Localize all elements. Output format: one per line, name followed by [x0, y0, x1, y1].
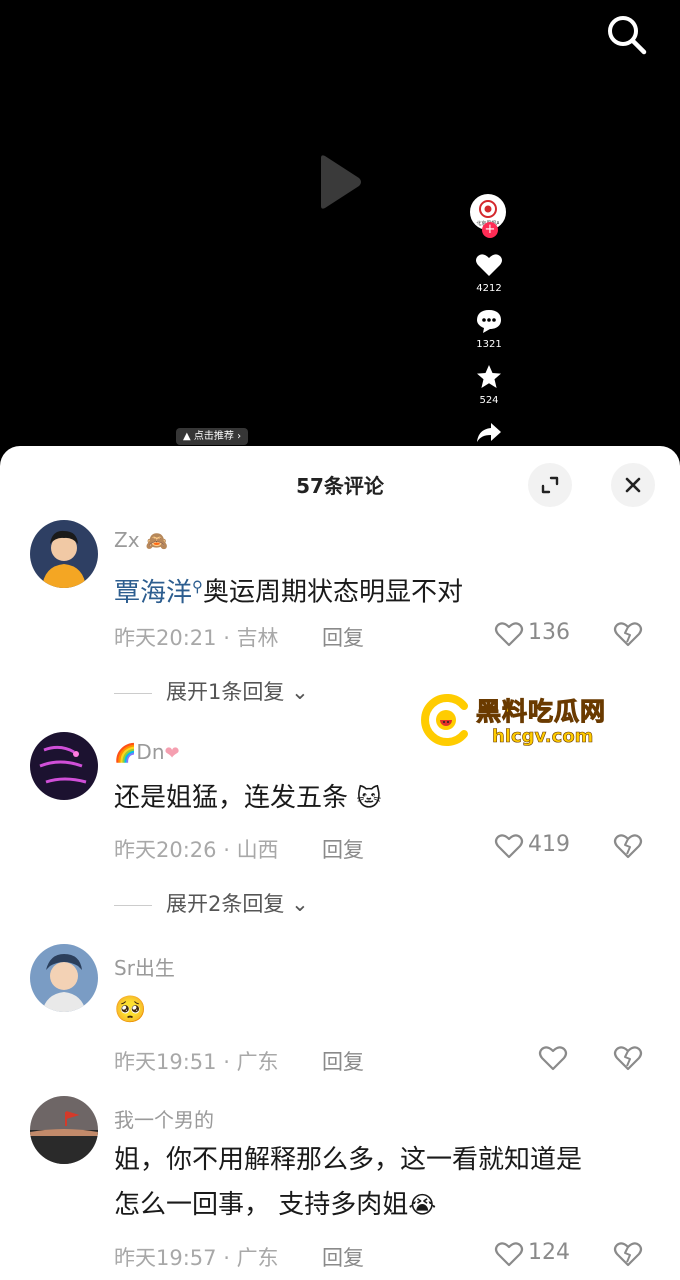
- avatar-image: [30, 520, 98, 588]
- star-icon: [477, 365, 501, 388]
- pleading-face-emoji-icon: 🥺: [114, 995, 147, 1025]
- like-count: 4212: [476, 283, 502, 294]
- monkey-emoji-icon: 🙈: [145, 531, 169, 552]
- comment-like-count: 419: [528, 832, 570, 857]
- avatar-image: [30, 732, 98, 800]
- dislike-button[interactable]: [612, 832, 644, 862]
- comment-button[interactable]: 1321: [462, 308, 516, 350]
- close-icon: [625, 477, 641, 493]
- expand-replies-button[interactable]: 展开2条回复 ⌄: [114, 888, 309, 918]
- comment-text: 姐，你不用解释那么多，这一看就知道是: [114, 1145, 583, 1175]
- close-button[interactable]: [611, 463, 655, 507]
- expand-icon: [541, 476, 559, 494]
- chevron-down-icon: ⌄: [291, 680, 309, 704]
- comment-meta: 昨天19:51 · 广东: [114, 1050, 279, 1074]
- expand-replies-button[interactable]: 展开1条回复 ⌄: [114, 676, 309, 706]
- avatar[interactable]: [30, 944, 98, 1012]
- mention-link[interactable]: 覃海洋⚲: [114, 577, 204, 608]
- heart-outline-icon: [494, 1242, 524, 1267]
- broken-heart-icon: [613, 1046, 643, 1071]
- comment-username[interactable]: 🌈Dn❤: [114, 740, 180, 764]
- search-small-icon: ⚲: [192, 577, 204, 595]
- comment-count: 1321: [476, 339, 502, 350]
- chevron-down-icon: ⌄: [291, 892, 309, 916]
- divider: [114, 904, 152, 906]
- cat-emoji-icon: 🐱: [356, 784, 382, 812]
- thumbs-up-icon: ▲: [183, 431, 191, 442]
- dislike-button[interactable]: [612, 1044, 644, 1074]
- avatar[interactable]: [30, 520, 98, 588]
- crying-face-emoji-icon: 😭: [408, 1191, 437, 1219]
- expand-button[interactable]: [528, 463, 572, 507]
- comment-username[interactable]: Sr出生: [114, 952, 175, 981]
- comment-bubble-icon: [477, 310, 501, 333]
- heart-outline-icon: [494, 622, 524, 647]
- reply-button[interactable]: 回复: [322, 834, 364, 864]
- reply-button[interactable]: 回复: [322, 622, 364, 652]
- dislike-button[interactable]: [612, 620, 644, 650]
- heart-outline-icon: [494, 834, 524, 859]
- recommend-label: 点击推荐: [193, 431, 234, 442]
- reply-button[interactable]: 回复: [322, 1242, 364, 1272]
- recommend-pill[interactable]: ▲ 点击推荐 ›: [176, 428, 249, 445]
- pink-heart-icon: ❤: [164, 743, 180, 764]
- reply-button[interactable]: 回复: [322, 1046, 364, 1076]
- heart-icon: [476, 254, 502, 276]
- comment-username[interactable]: Zx 🙈: [114, 528, 168, 552]
- comment-text: 覃海洋⚲奥运周期状态明显不对: [114, 577, 464, 608]
- favorite-button[interactable]: 524: [462, 364, 516, 406]
- avatar-image: [30, 944, 98, 1012]
- comment-text: 🥺: [114, 988, 146, 1033]
- like-button[interactable]: 4212: [462, 252, 516, 294]
- comment-meta: 昨天19:57 · 广东: [114, 1246, 279, 1270]
- broken-heart-icon: [613, 834, 643, 859]
- divider: [114, 692, 152, 694]
- comment-like-count: 136: [528, 620, 570, 645]
- comment-text: 还是姐猛，连发五条 🐱: [114, 783, 382, 813]
- avatar-image: [30, 1096, 98, 1164]
- comment-like-count: 124: [528, 1240, 570, 1265]
- play-icon[interactable]: [315, 152, 365, 212]
- watermark-domain: hlcgv.com: [492, 726, 594, 748]
- comments-title: 57条评论: [296, 474, 384, 498]
- broken-heart-icon: [613, 622, 643, 647]
- favorite-count: 524: [479, 395, 499, 406]
- comment-meta: 昨天20:26 · 山西: [114, 838, 279, 862]
- rainbow-emoji-icon: 🌈: [114, 743, 137, 764]
- avatar[interactable]: [30, 1096, 98, 1164]
- comment-text: 怎么一回事， 支持多肉姐😭: [114, 1190, 437, 1220]
- share-arrow-icon: [477, 423, 501, 442]
- search-icon[interactable]: [604, 12, 648, 56]
- video-player[interactable]: 北京周报A + 4212 1321 524: [0, 0, 680, 450]
- watermark-logo-icon: [421, 694, 468, 746]
- comments-sheet: 57条评论 Zx 🙈 覃海洋⚲奥运周期状态明显不对 昨天20:21 · 吉林 回…: [0, 446, 680, 1280]
- heart-outline-icon: [538, 1046, 568, 1071]
- avatar[interactable]: [30, 732, 98, 800]
- broken-heart-icon: [613, 1242, 643, 1267]
- comment-meta: 昨天20:21 · 吉林: [114, 626, 279, 650]
- dislike-button[interactable]: [612, 1240, 644, 1270]
- watermark: 黑料吃瓜网 hlcgv.com: [418, 692, 632, 748]
- watermark-brand: 黑料吃瓜网: [475, 697, 607, 727]
- follow-button[interactable]: +: [482, 222, 498, 238]
- comment-username[interactable]: 我一个男的: [114, 1104, 214, 1133]
